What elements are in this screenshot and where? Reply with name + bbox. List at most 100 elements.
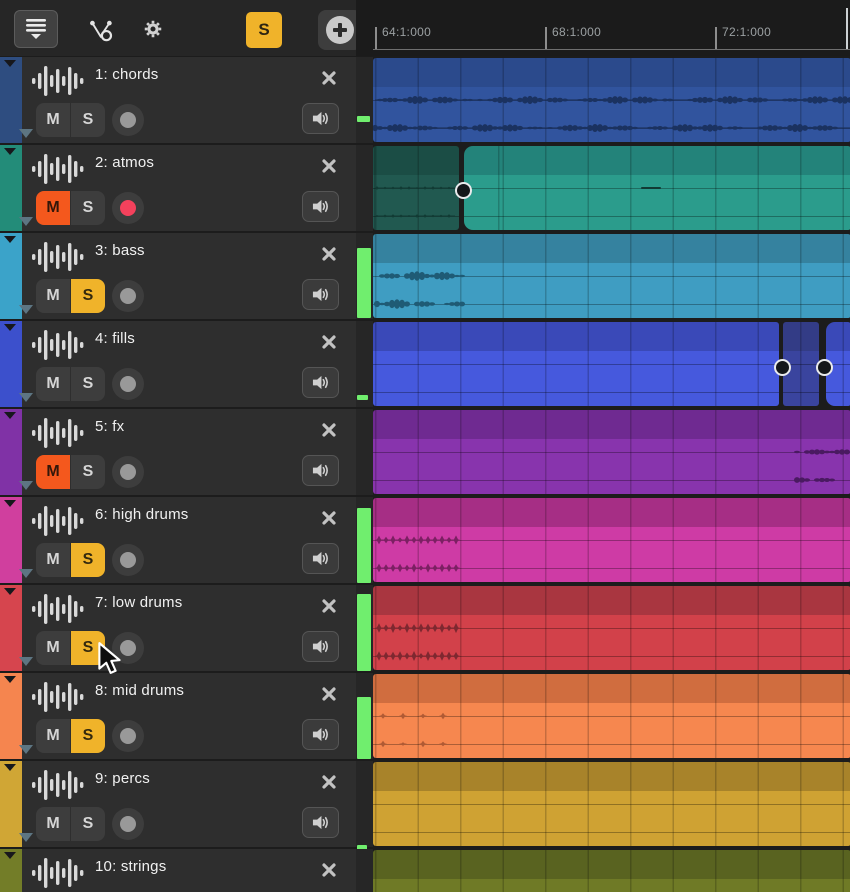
track-menu-triangle-icon[interactable] [4,324,16,331]
monitor-button[interactable] [302,279,339,310]
track-name[interactable]: 2: atmos [95,154,154,171]
audio-clip[interactable] [373,498,850,582]
record-arm-button[interactable] [112,280,144,312]
track-menu-triangle-icon[interactable] [4,588,16,595]
mute-button[interactable]: M [36,543,70,577]
track-name[interactable]: 10: strings [95,858,166,875]
track-name[interactable]: 8: mid drums [95,682,184,699]
track-lane[interactable] [373,57,850,143]
track-menu-triangle-icon[interactable] [4,412,16,419]
track-lane[interactable] [373,585,850,671]
track-lane[interactable] [373,497,850,583]
track-header[interactable]: 10: strings M S [0,849,356,892]
mute-button[interactable]: M [36,191,70,225]
track-lane[interactable] [373,233,850,319]
track-name[interactable]: 3: bass [95,242,145,259]
track-lane[interactable] [373,761,850,847]
track-menu-triangle-icon[interactable] [4,676,16,683]
collapse-arrow-icon[interactable] [19,569,33,578]
close-icon[interactable] [321,862,337,878]
audio-clip[interactable] [373,410,850,494]
audio-clip[interactable] [373,322,779,406]
track-header[interactable]: 6: high drums M S [0,497,356,583]
monitor-button[interactable] [302,719,339,750]
track-name[interactable]: 5: fx [95,418,124,435]
track-lane[interactable] [373,409,850,495]
close-icon[interactable] [321,70,337,86]
global-solo-button[interactable]: S [246,12,282,48]
track-header[interactable]: 9: percs M S [0,761,356,847]
solo-button[interactable]: S [71,455,105,489]
close-icon[interactable] [321,334,337,350]
mute-button[interactable]: M [36,631,70,665]
fade-handle[interactable] [816,359,833,376]
monitor-button[interactable] [302,103,339,134]
collapse-arrow-icon[interactable] [19,833,33,842]
track-lane[interactable] [373,849,850,892]
fade-handle[interactable] [774,359,791,376]
record-arm-button[interactable] [112,544,144,576]
mute-button[interactable]: M [36,807,70,841]
close-icon[interactable] [321,774,337,790]
close-icon[interactable] [321,510,337,526]
close-icon[interactable] [321,422,337,438]
close-icon[interactable] [321,598,337,614]
collapse-arrow-icon[interactable] [19,393,33,402]
monitor-button[interactable] [302,367,339,398]
record-arm-button[interactable] [112,808,144,840]
solo-button[interactable]: S [71,191,105,225]
solo-button[interactable]: S [71,807,105,841]
track-header[interactable]: 5: fx M S [0,409,356,495]
track-name[interactable]: 6: high drums [95,506,188,523]
solo-button[interactable]: S [71,103,105,137]
record-arm-button[interactable] [112,104,144,136]
audio-clip[interactable] [373,850,850,892]
track-menu-triangle-icon[interactable] [4,852,16,859]
track-header[interactable]: 7: low drums M S [0,585,356,671]
audio-clip[interactable] [464,146,850,230]
collapse-arrow-icon[interactable] [19,657,33,666]
track-menu-triangle-icon[interactable] [4,148,16,155]
playhead-marker[interactable] [846,8,848,49]
settings-button[interactable] [138,14,168,44]
track-lane[interactable] [373,321,850,407]
track-name[interactable]: 9: percs [95,770,150,787]
mute-button[interactable]: M [36,367,70,401]
track-name[interactable]: 4: fills [95,330,135,347]
track-header[interactable]: 4: fills M S [0,321,356,407]
track-header[interactable]: 8: mid drums M S [0,673,356,759]
audio-clip[interactable] [373,586,850,670]
track-header[interactable]: 2: atmos M S [0,145,356,231]
collapse-arrow-icon[interactable] [19,745,33,754]
track-options-button[interactable] [14,10,58,48]
timeline-ruler[interactable]: 64:1:00068:1:00072:1:000 [356,0,850,56]
monitor-button[interactable] [302,807,339,838]
audio-clip[interactable] [373,234,850,318]
audio-clip[interactable] [373,146,459,230]
solo-button[interactable]: S [71,367,105,401]
track-menu-triangle-icon[interactable] [4,236,16,243]
solo-button[interactable]: S [71,279,105,313]
audio-clip[interactable] [373,58,850,142]
close-icon[interactable] [321,686,337,702]
track-name[interactable]: 1: chords [95,66,159,83]
track-menu-triangle-icon[interactable] [4,500,16,507]
record-arm-button[interactable] [112,720,144,752]
node-graph-button[interactable] [82,10,122,48]
monitor-button[interactable] [302,543,339,574]
monitor-button[interactable] [302,455,339,486]
record-arm-button[interactable] [112,192,144,224]
audio-clip[interactable] [373,674,850,758]
solo-button[interactable]: S [71,719,105,753]
collapse-arrow-icon[interactable] [19,129,33,138]
monitor-button[interactable] [302,631,339,662]
audio-clip[interactable] [373,762,850,846]
track-header[interactable]: 1: chords M S [0,57,356,143]
mute-button[interactable]: M [36,455,70,489]
fade-handle[interactable] [455,182,472,199]
close-icon[interactable] [321,158,337,174]
track-lane[interactable] [373,673,850,759]
collapse-arrow-icon[interactable] [19,305,33,314]
track-menu-triangle-icon[interactable] [4,60,16,67]
record-arm-button[interactable] [112,456,144,488]
